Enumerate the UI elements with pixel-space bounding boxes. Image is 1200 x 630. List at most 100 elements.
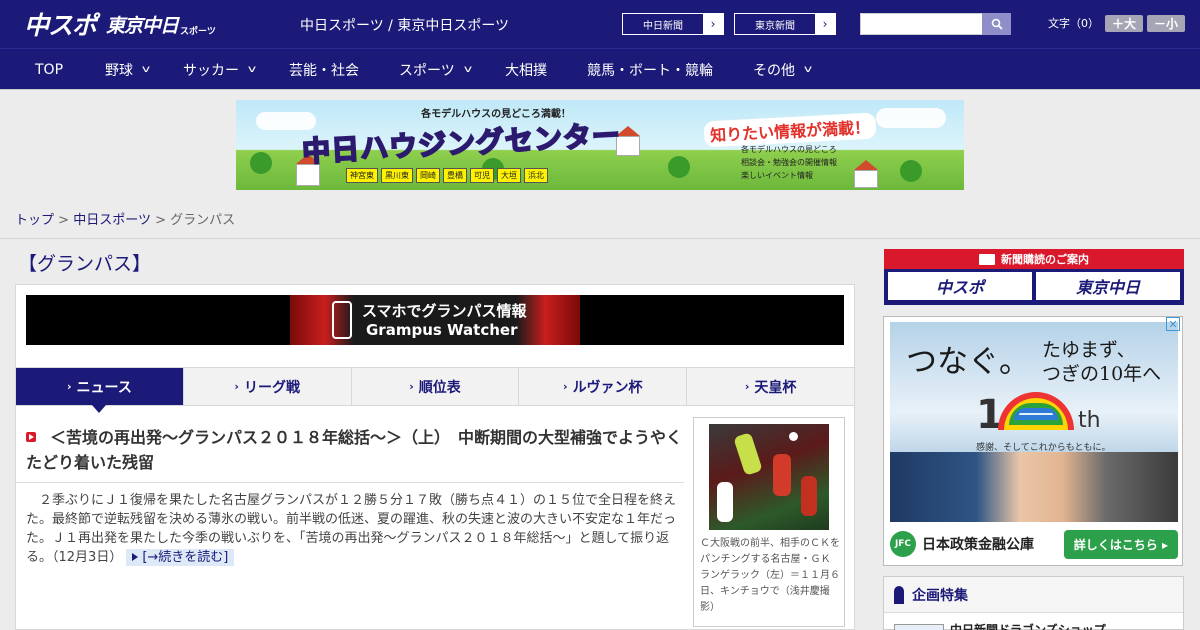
promo-line-1: スマホでグランパス情報 (362, 302, 527, 320)
nav-baseball[interactable]: 野球 v (105, 49, 151, 90)
nav-label: スポーツ (399, 62, 455, 79)
ad-corporation: 日本政策金融公庫 (922, 537, 1034, 553)
feature-title: 企画特集 (912, 587, 968, 604)
banner-locations: 神宮東 黒川東 岡崎 豊橋 可児 大垣 浜北 (346, 168, 548, 183)
location-tag: 大垣 (497, 168, 521, 183)
article-lead: ２季ぶりにＪ１復帰を果たした名古屋グランパスが１２勝５分１７敗（勝ち点４１）の１… (26, 491, 682, 567)
tab-label: 順位表 (418, 379, 461, 396)
chevron-right-icon: › (409, 380, 414, 393)
page-title: 【グランパス】 (18, 253, 152, 275)
chevron-down-icon: v (141, 64, 151, 75)
tab-label: 天皇杯 (754, 379, 797, 396)
breadcrumb-section-link[interactable]: 中日スポーツ (73, 213, 151, 228)
nav-entertainment[interactable]: 芸能・社会 (289, 49, 359, 90)
location-tag: 浜北 (524, 168, 548, 183)
read-more-label: [→続きを読む] (142, 550, 229, 565)
ribbon-icon (894, 585, 904, 604)
nav-top[interactable]: TOP (35, 49, 63, 90)
subscription-header: 新聞購読のご案内 (884, 249, 1184, 269)
chunichi-shimbun-link[interactable]: 中日新聞 › (622, 13, 724, 35)
article-photo[interactable] (709, 424, 829, 530)
chevron-down-icon: v (803, 64, 813, 75)
search-button[interactable] (982, 13, 1011, 35)
ad-footer: JFC 日本政策金融公庫 詳しくはこちら ▸ (890, 527, 1178, 561)
nav-soccer[interactable]: サッカー v (183, 49, 257, 90)
ad-subhead: たゆまず、 つぎの10年へ (1042, 338, 1161, 386)
nav-label: 芸能・社会 (289, 62, 359, 79)
ext-link-label: 東京新聞 (735, 14, 815, 34)
handshake-image (890, 452, 1178, 522)
grampus-watcher-banner[interactable]: スマホでグランパス情報 Grampus Watcher (26, 295, 844, 345)
breadcrumb-separator: > (58, 213, 70, 228)
tree-shape (900, 160, 922, 182)
subscribe-tokyo-chunichi-button[interactable]: 東京中日 (1036, 272, 1180, 300)
tab-news[interactable]: › ニュース (16, 368, 184, 413)
jfc-ad[interactable]: つなぐ。 たゆまず、 つぎの10年へ 1 th 感謝、そしてこれからもともに。 J… (883, 316, 1183, 566)
location-tag: 可児 (470, 168, 494, 183)
smartphone-icon (332, 301, 352, 339)
article-photo-box: Ｃ大阪戦の前半、相手のＣＫをパンチングする名古屋・ＧＫランゲラック（左）＝１１月… (693, 417, 845, 627)
player-figure (733, 432, 763, 476)
banner-bullet: 相談会・勉強会の開催情報 (741, 158, 837, 167)
feature-thumb (894, 623, 944, 630)
banner-main-text: 中日ハウジングセンター (300, 118, 622, 170)
tab-league[interactable]: › リーグ戦 (183, 368, 352, 405)
breadcrumb-top-link[interactable]: トップ (15, 213, 54, 228)
feature-item-label: 中日新聞ドラゴンズショップ (950, 623, 1106, 630)
feature-header: 企画特集 (884, 577, 1183, 613)
nav-label: サッカー (183, 62, 239, 79)
subscribe-chuspo-button[interactable]: 中スポ (888, 272, 1032, 300)
chevron-down-icon: v (247, 64, 257, 75)
tab-label: リーグ戦 (243, 379, 300, 396)
banner-right-text: 知りたい情報が満載！ (703, 112, 877, 148)
search-input[interactable] (860, 13, 982, 35)
tokyo-shimbun-link[interactable]: 東京新聞 › (734, 13, 836, 35)
nav-sumo[interactable]: 大相撲 (505, 49, 547, 90)
cloud-shape (256, 112, 316, 130)
logo-sports: スポーツ (180, 27, 216, 37)
chevron-right-icon: › (66, 380, 72, 393)
breadcrumb-separator: > (155, 213, 166, 228)
nav-divider (0, 89, 1200, 90)
player-figure (717, 482, 733, 522)
nav-other[interactable]: その他 v (753, 49, 813, 90)
close-icon[interactable]: ✕ (1166, 317, 1180, 331)
nav-label: その他 (753, 62, 795, 79)
site-title: 中日スポーツ / 東京中日スポーツ (300, 18, 510, 34)
ad-image: つなぐ。 たゆまず、 つぎの10年へ 1 th 感謝、そしてこれからもともに。 (890, 322, 1178, 522)
font-larger-button[interactable]: ＋大 (1105, 14, 1143, 32)
nav-racing[interactable]: 競馬・ボート・競輪 (587, 49, 713, 90)
nav-label: 競馬・ボート・競輪 (587, 62, 713, 79)
font-size-control: 文字（0） ＋大 －小 (1048, 13, 1185, 33)
photo-caption: Ｃ大阪戦の前半、相手のＣＫをパンチングする名古屋・ＧＫランゲラック（左）＝１１月… (700, 538, 840, 613)
article-headline[interactable]: ＜苦境の再出発～グランパス２０１８年総括～＞（上） 中断期間の大型補強でようやく… (26, 425, 684, 475)
breadcrumb-current: グランパス (170, 213, 236, 228)
font-size-label: 文字（0） (1048, 17, 1099, 30)
chevron-right-icon: › (563, 380, 568, 393)
chevron-right-icon: › (815, 14, 835, 34)
ad-subhead-2: つぎの10年へ (1042, 363, 1162, 385)
lead-text: ２季ぶりにＪ１復帰を果たした名古屋グランパスが１２勝５分１７敗（勝ち点４１）の１… (26, 493, 677, 565)
chevron-right-icon: › (744, 380, 750, 393)
tree-shape (250, 152, 272, 174)
search-icon (991, 18, 1003, 30)
banner-bullet: 楽しいイベント情報 (741, 171, 813, 180)
tab-standings[interactable]: › 順位表 (351, 368, 520, 405)
site-logo[interactable]: 中スポ 東京中日 スポーツ (24, 9, 216, 40)
ad-subhead-1: たゆまず、 (1042, 339, 1136, 361)
feature-box: 企画特集 中日新聞ドラゴンズショップ (883, 576, 1184, 630)
tree-shape (668, 156, 690, 178)
tab-emperors-cup[interactable]: › 天皇杯 (687, 368, 854, 405)
promo-line-2: Grampus Watcher (366, 321, 518, 339)
ad-cta-button[interactable]: 詳しくはこちら ▸ (1063, 529, 1178, 559)
subscribe-label: 東京中日 (1075, 278, 1140, 297)
nav-label: 大相撲 (505, 62, 547, 79)
feature-item[interactable]: 中日新聞ドラゴンズショップ (894, 621, 1106, 630)
housing-center-banner[interactable]: 各モデルハウスの見どころ満載！ 中日ハウジングセンター 知りたい情報が満載！ 各… (236, 100, 964, 190)
tab-levain-cup[interactable]: › ルヴァン杯 (519, 368, 688, 405)
read-more-link[interactable]: [→続きを読む] (126, 549, 235, 566)
logo-chuspo: 中スポ (24, 11, 97, 40)
nav-sports[interactable]: スポーツ v (399, 49, 472, 90)
newspaper-icon (979, 253, 995, 265)
font-smaller-button[interactable]: －小 (1147, 14, 1185, 32)
